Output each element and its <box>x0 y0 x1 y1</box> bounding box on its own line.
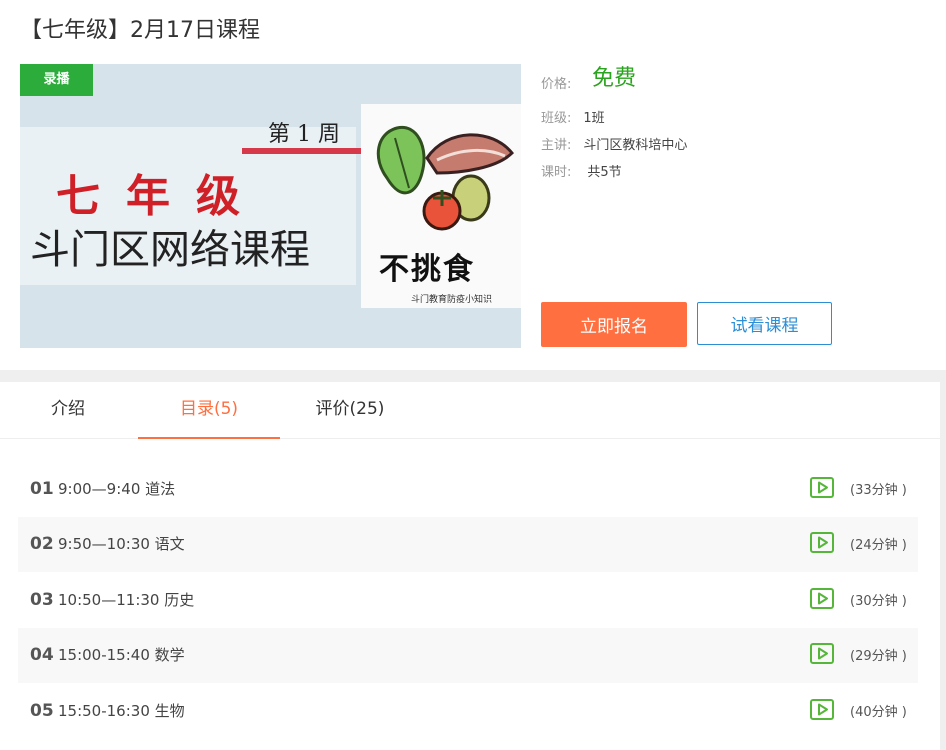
teacher-info-row: 主讲: 斗门区教科培中心 <box>541 134 687 153</box>
section-divider <box>0 370 946 382</box>
price-value: 免费 <box>592 66 637 91</box>
play-video-icon[interactable] <box>810 532 834 553</box>
play-video-icon[interactable] <box>810 699 834 720</box>
teacher-value: 斗门区教科培中心 <box>583 138 688 153</box>
lesson-title[interactable]: 10:50—11:30 历史 <box>58 573 194 628</box>
lesson-title[interactable]: 9:50—10:30 语文 <box>58 517 185 572</box>
class-value: 1班 <box>583 111 605 126</box>
hours-value: 共5节 <box>587 165 622 180</box>
lesson-duration: (24分钟 ) <box>850 538 907 553</box>
lesson-number: 04 <box>30 645 54 665</box>
lesson-number: 05 <box>30 701 54 721</box>
course-cover-image[interactable]: 第 1 周 七年级 斗门区网络课程 不挑食 斗门教育防疫小知识 录播 <box>20 64 521 348</box>
lesson-number: 01 <box>30 479 54 499</box>
lesson-duration: (29分钟 ) <box>850 649 907 664</box>
lesson-row[interactable]: 04 15:00-15:40 数学 (29分钟 ) <box>18 628 918 683</box>
lesson-number: 02 <box>30 534 54 554</box>
lesson-duration: (40分钟 ) <box>850 705 907 720</box>
trial-course-button[interactable]: 试看课程 <box>697 302 832 345</box>
course-title: 【七年级】2月17日课程 <box>20 18 260 43</box>
recorded-badge: 录播 <box>20 64 93 96</box>
class-info-row: 班级: 1班 <box>541 107 605 126</box>
cover-school-label: 斗门区网络课程 <box>30 227 310 273</box>
tab-reviews[interactable]: 评价(25) <box>300 382 400 439</box>
page-edge <box>940 382 946 750</box>
class-label: 班级: <box>541 111 572 126</box>
cover-week-label: 第 1 周 <box>268 122 340 147</box>
lesson-title[interactable]: 15:00-15:40 数学 <box>58 628 185 683</box>
enroll-button[interactable]: 立即报名 <box>541 302 687 347</box>
play-video-icon[interactable] <box>810 643 834 664</box>
lesson-row[interactable]: 03 10:50—11:30 历史 (30分钟 ) <box>18 573 918 628</box>
play-video-icon[interactable] <box>810 588 834 609</box>
tab-intro[interactable]: 介绍 <box>28 382 108 439</box>
lesson-duration: (33分钟 ) <box>850 483 907 498</box>
lesson-row[interactable]: 05 15:50-16:30 生物 (40分钟 ) <box>18 684 918 739</box>
cover-caption: 斗门教育防疫小知识 <box>411 295 493 305</box>
lesson-duration: (30分钟 ) <box>850 594 907 609</box>
course-tabs: 介绍 目录(5) 评价(25) <box>0 382 940 439</box>
lesson-row[interactable]: 01 9:00—9:40 道法 (33分钟 ) <box>18 462 918 517</box>
cover-topic-label: 不挑食 <box>379 252 475 287</box>
lesson-title[interactable]: 9:00—9:40 道法 <box>58 462 175 517</box>
hours-label: 课时: <box>541 165 572 180</box>
play-video-icon[interactable] <box>810 477 834 498</box>
cover-grade-label: 七年级 <box>56 171 266 222</box>
price-label: 价格: <box>541 77 572 92</box>
hours-info-row: 课时: 共5节 <box>541 161 622 180</box>
tab-catalog[interactable]: 目录(5) <box>138 382 280 439</box>
cover-food-card: 不挑食 斗门教育防疫小知识 <box>361 104 521 308</box>
cover-red-line <box>242 148 368 154</box>
vegetables-illustration-icon <box>376 125 515 231</box>
lesson-number: 03 <box>30 590 54 610</box>
teacher-label: 主讲: <box>541 138 572 153</box>
lesson-row[interactable]: 02 9:50—10:30 语文 (24分钟 ) <box>18 517 918 572</box>
lesson-title[interactable]: 15:50-16:30 生物 <box>58 684 185 739</box>
